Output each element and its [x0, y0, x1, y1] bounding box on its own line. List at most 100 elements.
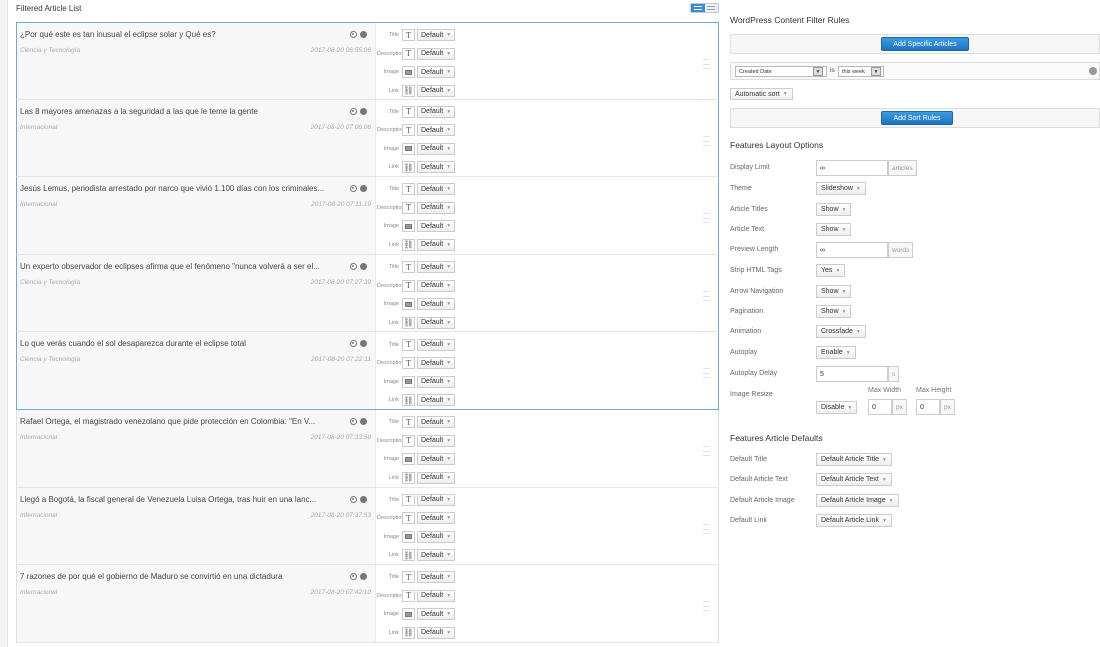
pagination-select[interactable]: Show ▼ — [816, 305, 852, 318]
article-title[interactable]: 7 razones de por qué el gobierno de Madu… — [20, 572, 348, 581]
arrow-nav-select[interactable]: Show ▼ — [816, 285, 852, 298]
max-height-input[interactable]: 0 — [916, 399, 940, 415]
chevron-down-icon[interactable]: ▼ — [813, 67, 823, 76]
preview-eye-icon[interactable] — [350, 573, 357, 581]
description-source-select[interactable]: Default ▼ — [417, 512, 456, 525]
max-width-input[interactable]: 0 — [868, 399, 892, 415]
description-source-select[interactable]: Default ▼ — [417, 434, 456, 447]
display-limit-input[interactable]: ∞ — [816, 160, 888, 176]
image-source-select[interactable]: Default ▼ — [417, 66, 456, 79]
article-title[interactable]: Lo que verás cuando el sol desaparezca d… — [20, 339, 348, 348]
default-title-select[interactable]: Default Article Title ▼ — [816, 453, 892, 466]
autoplay-delay-input[interactable]: 5 — [816, 366, 888, 382]
description-source-select[interactable]: Default ▼ — [417, 201, 456, 214]
drag-handle-icon[interactable] — [703, 290, 710, 301]
preview-eye-icon[interactable] — [350, 495, 357, 503]
article-title[interactable]: ¿Por qué este es tan inusual el eclipse … — [20, 30, 348, 39]
info-icon[interactable] — [360, 107, 367, 115]
drag-handle-icon[interactable] — [703, 59, 710, 69]
add-specific-articles-button[interactable]: Add Specific Articles — [881, 37, 969, 51]
link-source-select[interactable]: Default ▼ — [417, 316, 456, 329]
article-title[interactable]: Un experto observador de eclipses afirma… — [20, 262, 348, 271]
theme-select[interactable]: Slideshow ▼ — [816, 182, 866, 195]
default-link-select[interactable]: Default Article Link ▼ — [816, 514, 892, 527]
preview-eye-icon[interactable] — [350, 107, 357, 115]
image-source-select[interactable]: Default ▼ — [417, 608, 456, 621]
article-item[interactable]: Rafael Ortega, el magistrado venezolano … — [16, 409, 719, 488]
sort-mode-select[interactable]: Automatic sort ▼ — [730, 88, 793, 100]
article-title[interactable]: Llegó a Bogotá, la fiscal general de Ven… — [20, 495, 348, 504]
remove-rule-icon[interactable] — [1089, 67, 1097, 75]
chevron-down-icon[interactable]: ▼ — [871, 67, 881, 76]
article-title[interactable]: Las 8 mayores amenazas a la seguridad a … — [20, 107, 348, 116]
description-source-select[interactable]: Default ▼ — [417, 47, 456, 60]
preview-eye-icon[interactable] — [350, 417, 357, 425]
article-item[interactable]: 7 razones de por qué el gobierno de Madu… — [16, 565, 719, 643]
title-source-select[interactable]: Default ▼ — [417, 105, 456, 118]
drag-handle-icon[interactable] — [703, 135, 710, 146]
autoplay-select[interactable]: Enable ▼ — [816, 346, 856, 359]
default-text-select[interactable]: Default Article Text ▼ — [816, 473, 892, 486]
preview-eye-icon[interactable] — [350, 340, 357, 348]
article-item[interactable]: Un experto observador de eclipses afirma… — [16, 254, 719, 333]
article-item[interactable]: Lo que verás cuando el sol desaparezca d… — [16, 332, 719, 410]
image-resize-controls: Disable ▼ 0 px 0 px — [730, 399, 1100, 419]
image-source-select[interactable]: Default ▼ — [417, 298, 456, 311]
description-source-select[interactable]: Default ▼ — [417, 279, 456, 292]
image-source-select[interactable]: Default ▼ — [417, 530, 456, 543]
title-source-select[interactable]: Default ▼ — [417, 571, 456, 584]
title-source-select[interactable]: Default ▼ — [417, 493, 456, 506]
title-source-select[interactable]: Default ▼ — [417, 338, 456, 351]
article-item[interactable]: ¿Por qué este es tan inusual el eclipse … — [16, 22, 719, 100]
preview-eye-icon[interactable] — [350, 185, 357, 193]
image-source-select[interactable]: Default ▼ — [417, 220, 456, 233]
image-source-select[interactable]: Default ▼ — [417, 375, 456, 388]
article-item[interactable]: Jesús Lemus, periodista arrestado por na… — [16, 177, 719, 255]
info-icon[interactable] — [360, 495, 367, 503]
animation-select[interactable]: Crossfade ▼ — [816, 325, 866, 338]
info-icon[interactable] — [360, 262, 367, 270]
list-view-button[interactable] — [691, 4, 705, 12]
link-source-select[interactable]: Default ▼ — [417, 161, 456, 174]
info-icon[interactable] — [360, 417, 367, 425]
title-source-select[interactable]: Default ▼ — [417, 261, 456, 274]
drag-handle-icon[interactable] — [703, 213, 710, 224]
description-source-select[interactable]: Default ▼ — [417, 357, 456, 370]
image-source-select[interactable]: Default ▼ — [417, 453, 456, 466]
link-source-select[interactable]: Default ▼ — [417, 626, 456, 639]
preview-eye-icon[interactable] — [350, 262, 357, 270]
default-image-select[interactable]: Default Article Image ▼ — [816, 494, 899, 507]
info-icon[interactable] — [360, 340, 367, 348]
article-item[interactable]: Llegó a Bogotá, la fiscal general de Ven… — [16, 487, 719, 566]
article-title[interactable]: Rafael Ortega, el magistrado venezolano … — [20, 417, 348, 426]
info-icon[interactable] — [360, 31, 367, 38]
strip-html-select[interactable]: Yes ▼ — [816, 264, 846, 277]
add-sort-rules-button[interactable]: Add Sort Rules — [881, 111, 953, 125]
description-source-select[interactable]: Default ▼ — [417, 589, 456, 602]
drag-handle-icon[interactable] — [703, 601, 710, 612]
info-icon[interactable] — [360, 573, 367, 581]
title-source-select[interactable]: Default ▼ — [417, 416, 456, 429]
drag-handle-icon[interactable] — [703, 445, 710, 456]
preview-eye-icon[interactable] — [350, 31, 357, 38]
drag-handle-icon[interactable] — [703, 523, 710, 534]
description-source-select[interactable]: Default ▼ — [417, 124, 456, 137]
image-resize-select[interactable]: Disable ▼ — [816, 401, 858, 414]
link-source-select[interactable]: Default ▼ — [417, 84, 456, 97]
drag-handle-icon[interactable] — [703, 368, 710, 379]
info-icon[interactable] — [360, 185, 367, 193]
view-toggle[interactable] — [690, 3, 719, 13]
link-source-select[interactable]: Default ▼ — [417, 238, 456, 251]
compact-view-button[interactable] — [705, 4, 719, 12]
image-source-select[interactable]: Default ▼ — [417, 142, 456, 155]
preview-length-input[interactable]: ∞ — [816, 242, 888, 258]
link-source-select[interactable]: Default ▼ — [417, 394, 456, 407]
title-source-select[interactable]: Default ▼ — [417, 183, 456, 196]
link-source-select[interactable]: Default ▼ — [417, 549, 456, 562]
article-item[interactable]: Las 8 mayores amenazas a la seguridad a … — [16, 99, 719, 178]
article-title[interactable]: Jesús Lemus, periodista arrestado por na… — [20, 184, 348, 193]
article-text-select[interactable]: Show ▼ — [816, 223, 852, 236]
article-titles-select[interactable]: Show ▼ — [816, 203, 852, 216]
title-source-select[interactable]: Default ▼ — [417, 29, 456, 42]
link-source-select[interactable]: Default ▼ — [417, 471, 456, 484]
